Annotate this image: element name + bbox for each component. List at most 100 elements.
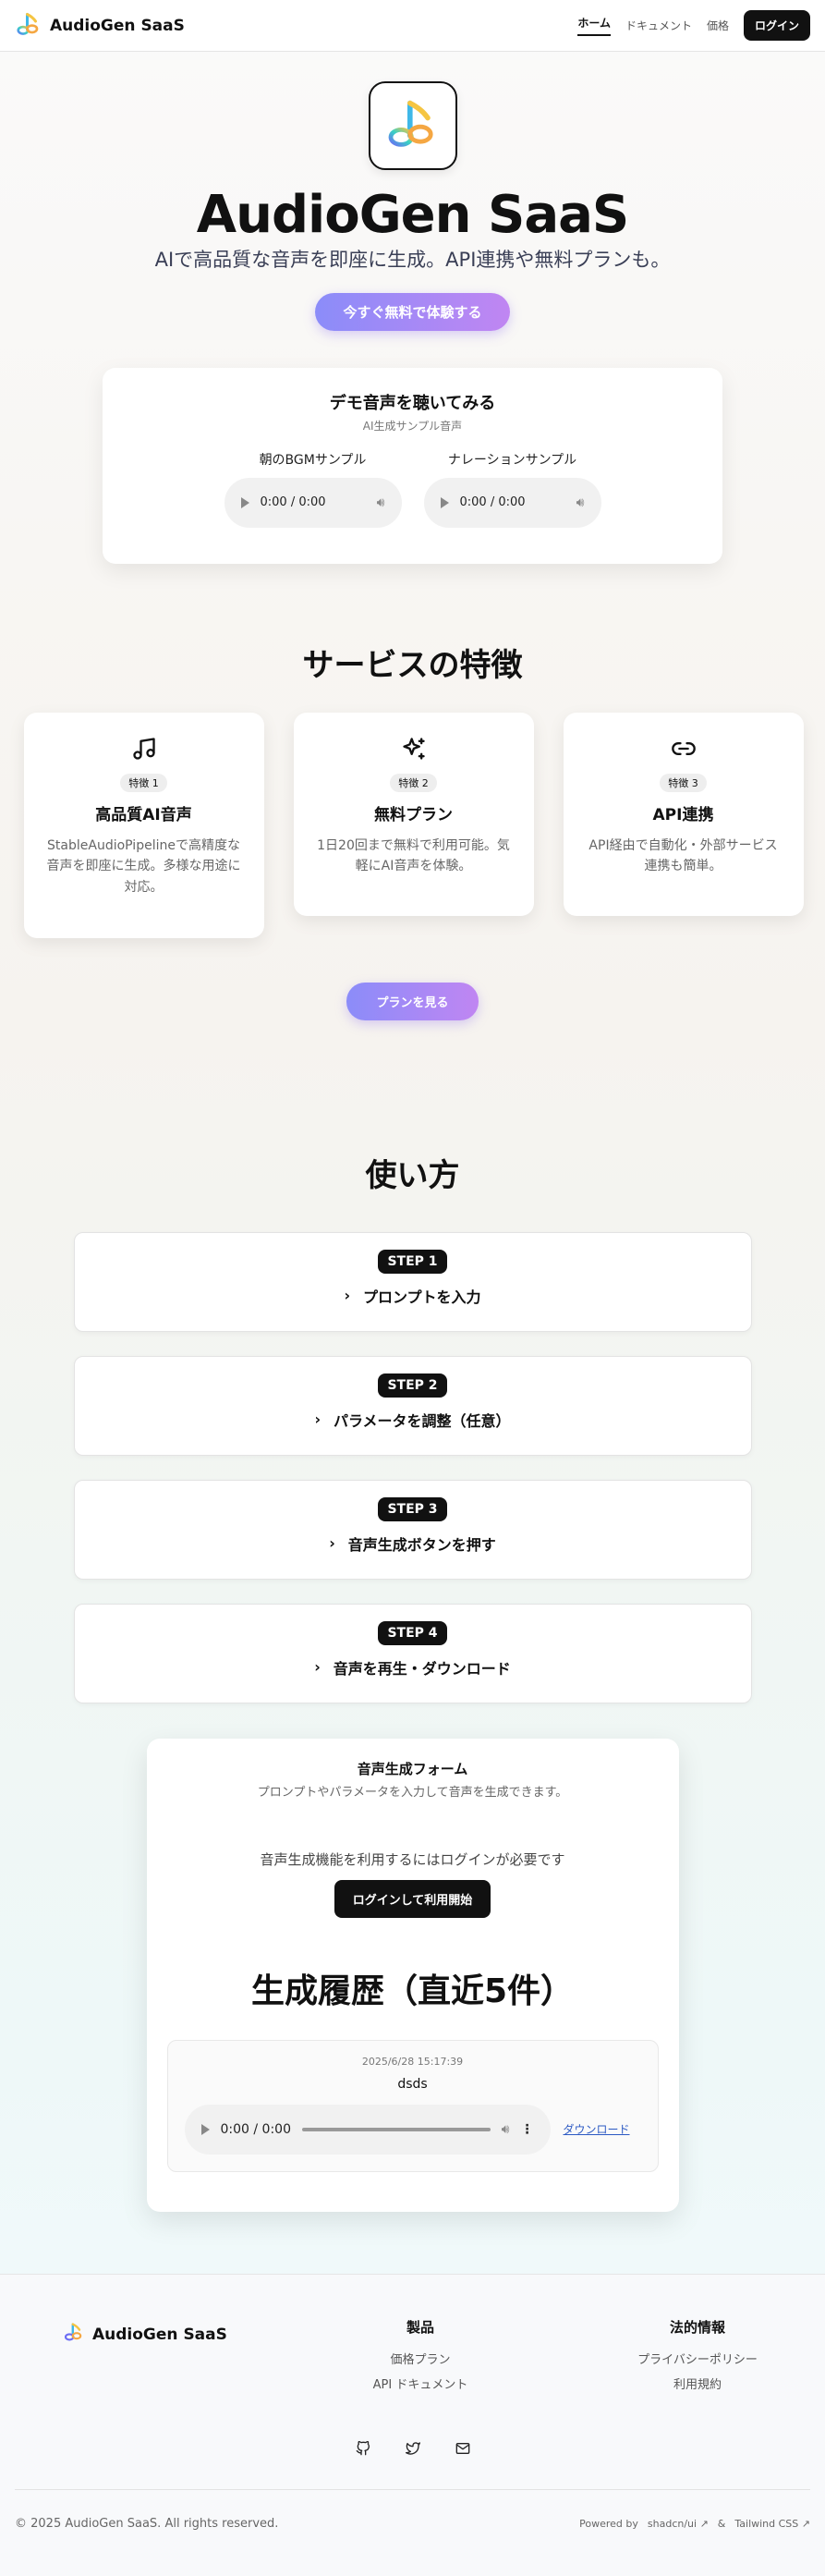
chevron-right-icon: ›	[344, 1287, 351, 1305]
history-name: dsds	[397, 2076, 428, 2092]
footer-product-col: 製品 価格プラン API ドキュメント	[370, 2317, 471, 2399]
player-time: 0:00 / 0:00	[220, 2121, 292, 2137]
step-badge: STEP 4	[378, 1620, 447, 1645]
demo-subtitle: AI生成サンプル音声	[362, 419, 463, 433]
step-item[interactable]: STEP 1 › プロンプトを入力	[73, 1231, 752, 1332]
shadcn-label: shadcn/ui	[647, 2518, 698, 2530]
chevron-right-icon: ›	[329, 1534, 335, 1553]
main-nav: ホーム ドキュメント 価格 ログイン	[577, 10, 810, 41]
tailwind-label: Tailwind CSS	[734, 2518, 799, 2530]
external-link-icon: ↗	[699, 2518, 709, 2530]
feature-card: 特徴 2 無料プラン 1日20回まで無料で利用可能。気軽にAI音声を体験。	[293, 712, 534, 916]
step-item[interactable]: STEP 3 › 音声生成ボタンを押す	[73, 1479, 752, 1580]
feature-desc: API経由で自動化・外部サービス連携も簡単。	[588, 837, 778, 874]
top-header: AudioGen SaaS ホーム ドキュメント 価格 ログイン	[0, 0, 825, 52]
footer-divider	[15, 2489, 810, 2490]
twitter-icon[interactable]	[405, 2441, 420, 2460]
nav-home[interactable]: ホーム	[577, 15, 611, 36]
download-link[interactable]: ダウンロード	[564, 2121, 630, 2137]
view-plans-button[interactable]: プランを見る	[346, 982, 479, 1020]
step-label: 音声を再生・ダウンロード	[333, 1659, 511, 1678]
footer-link-api-docs[interactable]: API ドキュメント	[370, 2375, 471, 2392]
howto-title: 使い方	[365, 1156, 460, 1194]
demo-sample-label: 朝のBGMサンプル	[259, 452, 367, 468]
step-label: プロンプトを入力	[363, 1288, 481, 1306]
tailwind-link[interactable]: Tailwind CSS ↗	[734, 2518, 810, 2530]
brand-name: AudioGen SaaS	[50, 16, 185, 35]
feature-badge: 特徴 1	[120, 773, 167, 792]
login-button[interactable]: ログイン	[743, 10, 810, 41]
history-item: 2025/6/28 15:17:39 dsds 0:00 / 0:00 🔊︎ ⋮…	[166, 2039, 659, 2172]
volume-icon[interactable]: 🔊︎	[502, 2122, 510, 2137]
copyright: © 2025 AudioGen SaaS. All rights reserve…	[15, 2517, 279, 2531]
feature-desc: 1日20回まで無料で利用可能。気軽にAI音声を体験。	[317, 837, 510, 874]
music-note-icon	[44, 735, 244, 763]
try-free-button[interactable]: 今すぐ無料で体験する	[315, 292, 510, 331]
demo-sample: 朝のBGMサンプル 0:00 / 0:00 🔊︎	[224, 450, 402, 528]
app-logo-icon	[63, 2321, 85, 2348]
audio-player[interactable]: 0:00 / 0:00 🔊︎	[224, 477, 402, 528]
demo-sample: ナレーションサンプル 0:00 / 0:00 🔊︎	[423, 450, 601, 528]
step-badge: STEP 2	[378, 1373, 447, 1398]
audio-player[interactable]: 0:00 / 0:00 🔊︎	[423, 477, 601, 528]
step-badge: STEP 3	[378, 1496, 447, 1521]
volume-icon[interactable]: 🔊︎	[377, 495, 385, 510]
step-item[interactable]: STEP 4 › 音声を再生・ダウンロード	[73, 1603, 752, 1703]
hero-subtitle: AIで高品質な音声を即座に生成。API連携や無料プランも。	[154, 248, 671, 271]
footer-brand-name: AudioGen SaaS	[92, 2325, 227, 2344]
demo-card: デモ音声を聴いてみる AI生成サンプル音声 朝のBGMサンプル 0:00 / 0…	[103, 367, 722, 564]
mail-icon[interactable]	[455, 2441, 470, 2460]
feature-card: 特徴 3 API連携 API経由で自動化・外部サービス連携も簡単。	[563, 712, 804, 916]
form-title: 音声生成フォーム	[357, 1760, 468, 1777]
hero-section: AudioGen SaaS AIで高品質な音声を即座に生成。API連携や無料プラ…	[0, 81, 825, 331]
login-start-button[interactable]: ログインして利用開始	[334, 1879, 491, 1918]
powered-by-label: Powered by	[579, 2518, 638, 2530]
github-icon[interactable]	[356, 2440, 370, 2460]
nav-pricing[interactable]: 価格	[707, 18, 729, 33]
generate-form-card: 音声生成フォーム プロンプトやパラメータを入力して音声を生成できます。 音声生成…	[146, 1738, 679, 2212]
hero-logo	[368, 81, 457, 170]
login-required-notice: 音声生成機能を利用するにはログインが必要です	[260, 1850, 565, 1868]
shadcn-link[interactable]: shadcn/ui ↗	[648, 2518, 709, 2530]
player-time: 0:00 / 0:00	[459, 495, 526, 510]
chevron-right-icon: ›	[314, 1658, 321, 1677]
external-link-icon: ↗	[801, 2518, 810, 2530]
footer: AudioGen SaaS 製品 価格プラン API ドキュメント 法的情報 プ…	[0, 2274, 825, 2576]
hero-title: AudioGen SaaS	[196, 185, 630, 245]
history-title: 生成履歴（直近5件）	[250, 1972, 575, 2010]
footer-brand[interactable]: AudioGen SaaS	[63, 2321, 227, 2348]
more-options-icon[interactable]: ⋮	[521, 2122, 534, 2137]
form-subtitle: プロンプトやパラメータを入力して音声を生成できます。	[257, 1785, 568, 1800]
history-time: 2025/6/28 15:17:39	[361, 2055, 464, 2068]
audio-player[interactable]: 0:00 / 0:00 🔊︎ ⋮	[184, 2104, 551, 2155]
ampersand: &	[717, 2518, 726, 2530]
footer-link-privacy[interactable]: プライバシーポリシー	[637, 2350, 758, 2367]
footer-link-terms[interactable]: 利用規約	[637, 2375, 758, 2392]
features-title: サービスの特徴	[302, 646, 523, 684]
app-logo-icon	[15, 10, 42, 42]
player-time: 0:00 / 0:00	[260, 495, 326, 510]
feature-badge: 特徴 2	[390, 773, 437, 792]
demo-title: デモ音声を聴いてみる	[329, 393, 496, 413]
volume-icon[interactable]: 🔊︎	[576, 495, 585, 510]
step-item[interactable]: STEP 2 › パラメータを調整（任意）	[73, 1355, 752, 1456]
footer-link-pricing[interactable]: 価格プラン	[370, 2350, 471, 2367]
features-list: 特徴 1 高品質AI音声 StableAudioPipelineで高精度な音声を…	[0, 712, 825, 938]
feature-card: 特徴 1 高品質AI音声 StableAudioPipelineで高精度な音声を…	[23, 712, 264, 938]
feature-badge: 特徴 3	[660, 773, 707, 792]
footer-product-title: 製品	[406, 2319, 434, 2336]
footer-legal-col: 法的情報 プライバシーポリシー 利用規約	[637, 2317, 758, 2399]
play-icon[interactable]	[440, 496, 449, 508]
footer-legal-title: 法的情報	[669, 2319, 725, 2336]
social-icons	[0, 2440, 825, 2460]
link-icon	[584, 735, 783, 763]
nav-docs[interactable]: ドキュメント	[625, 18, 692, 33]
sparkles-icon	[314, 735, 514, 763]
feature-title: 高品質AI音声	[95, 805, 192, 824]
play-icon[interactable]	[200, 2123, 210, 2135]
step-badge: STEP 1	[378, 1249, 447, 1274]
chevron-right-icon: ›	[314, 1410, 322, 1429]
play-icon[interactable]	[240, 496, 249, 508]
brand[interactable]: AudioGen SaaS	[15, 10, 185, 42]
progress-bar[interactable]	[302, 2127, 491, 2131]
